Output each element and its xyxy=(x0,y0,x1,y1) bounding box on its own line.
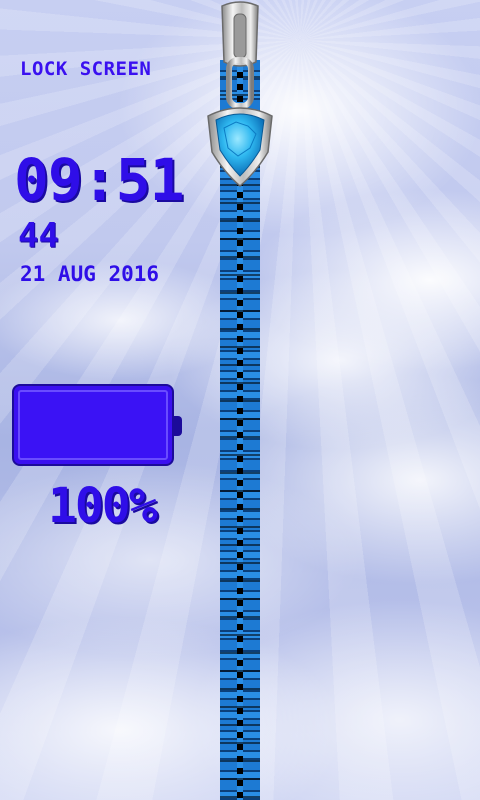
zipper-pull-icon[interactable] xyxy=(200,0,280,190)
battery-fill xyxy=(18,390,168,460)
lock-screen-title: LOCK SCREEN xyxy=(20,58,152,80)
clock-date: 21 AUG 2016 xyxy=(20,262,160,286)
clock-time: 09:51 xyxy=(14,146,185,214)
battery-tip xyxy=(174,416,182,436)
battery-percentage: 100% xyxy=(48,478,158,534)
battery-icon xyxy=(12,384,174,466)
clock-seconds: 44 xyxy=(18,216,59,256)
